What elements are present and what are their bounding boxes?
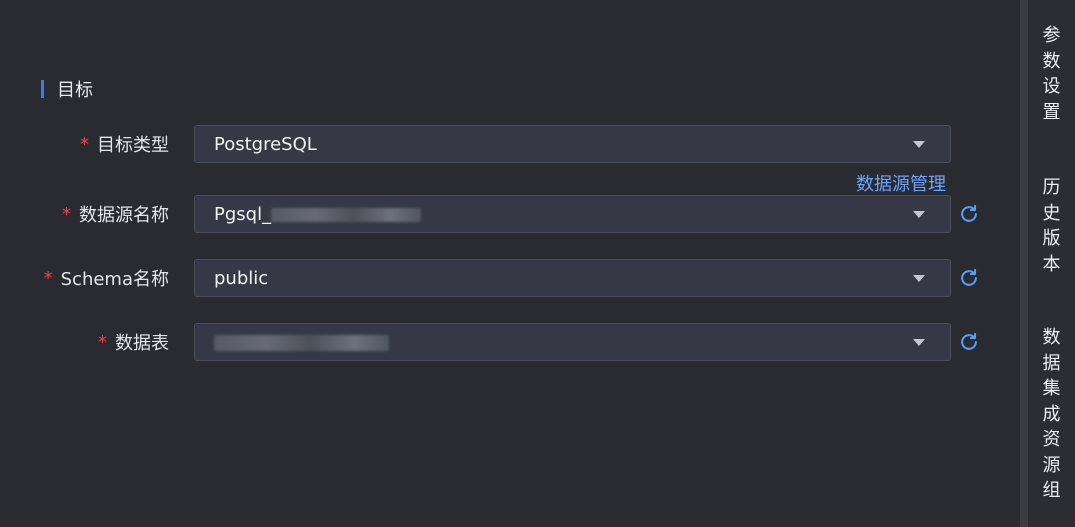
target-type-value: PostgreSQL: [214, 133, 317, 155]
sidebar-char: 组: [1042, 480, 1061, 501]
form-row-table: * 数据表: [0, 323, 1020, 361]
section-title: 目标: [41, 78, 93, 101]
required-mark: *: [62, 203, 71, 225]
schema-label: * Schema名称: [44, 259, 169, 297]
sidebar-char: 源: [1042, 454, 1061, 476]
caret-down-icon: [913, 211, 925, 218]
datasource-name-label-text: 数据源名称: [79, 205, 169, 226]
refresh-icon[interactable]: [958, 267, 980, 289]
sidebar-char: 参: [1042, 25, 1061, 46]
datasource-name-prefix: Pgsql_: [214, 203, 272, 225]
redacted-text: [271, 207, 422, 222]
sidebar-char: 置: [1042, 101, 1061, 123]
sidebar-item-parameter-settings[interactable]: 参 数 设 置: [1028, 23, 1075, 125]
table-select[interactable]: [194, 323, 951, 361]
table-label-text: 数据表: [115, 333, 169, 354]
target-type-label: * 目标类型: [80, 125, 169, 163]
datasource-name-label: * 数据源名称: [62, 195, 169, 233]
form-row-target-type: * 目标类型 PostgreSQL: [0, 125, 1020, 163]
sidebar-char: 本: [1042, 253, 1061, 275]
sidebar-char: 据: [1042, 352, 1061, 374]
datasource-name-value: Pgsql_: [214, 203, 422, 225]
table-value: [214, 332, 389, 353]
refresh-icon[interactable]: [958, 203, 980, 225]
sidebar-char: 版: [1042, 228, 1061, 249]
refresh-icon[interactable]: [958, 331, 980, 353]
section-title-text: 目标: [57, 80, 93, 101]
required-mark: *: [80, 133, 89, 155]
schema-value: public: [214, 267, 269, 289]
table-label: * 数据表: [98, 323, 169, 361]
section-accent-bar: [41, 80, 44, 98]
caret-down-icon: [913, 275, 925, 282]
sidebar-char: 集: [1042, 378, 1061, 399]
required-mark: *: [43, 267, 53, 289]
sidebar-item-integration-resource-group[interactable]: 数 据 集 成 资 源 组: [1028, 325, 1075, 504]
datasource-management-link[interactable]: 数据源管理: [856, 170, 946, 196]
sidebar-char: 数: [1042, 327, 1061, 348]
datasource-name-select[interactable]: Pgsql_: [194, 195, 951, 233]
sidebar-divider: [1020, 0, 1028, 527]
sidebar-char: 成: [1042, 403, 1061, 425]
redacted-text: [214, 334, 389, 351]
main-panel: 目标 * 目标类型 PostgreSQL 数据源管理 * 数据源名称 Pgsql…: [0, 0, 1020, 527]
sidebar-char: 历: [1042, 177, 1061, 198]
required-mark: *: [98, 331, 107, 353]
sidebar-char: 设: [1042, 76, 1061, 97]
target-type-label-text: 目标类型: [97, 135, 169, 156]
form-row-datasource-name: * 数据源名称 Pgsql_: [0, 195, 1020, 233]
sidebar-char: 史: [1042, 202, 1061, 224]
right-sidebar: 参 数 设 置 历 史 版 本 数 据 集 成 资 源 组: [1020, 0, 1075, 527]
schema-label-text: Schema名称: [60, 269, 169, 290]
caret-down-icon: [913, 339, 925, 346]
form-row-schema: * Schema名称 public: [0, 259, 1020, 297]
schema-select[interactable]: public: [194, 259, 951, 297]
sidebar-char: 数: [1042, 50, 1061, 72]
sidebar-char: 资: [1042, 429, 1061, 450]
target-type-select[interactable]: PostgreSQL: [194, 125, 951, 163]
caret-down-icon: [913, 141, 925, 148]
sidebar-item-history-versions[interactable]: 历 史 版 本: [1028, 175, 1075, 277]
